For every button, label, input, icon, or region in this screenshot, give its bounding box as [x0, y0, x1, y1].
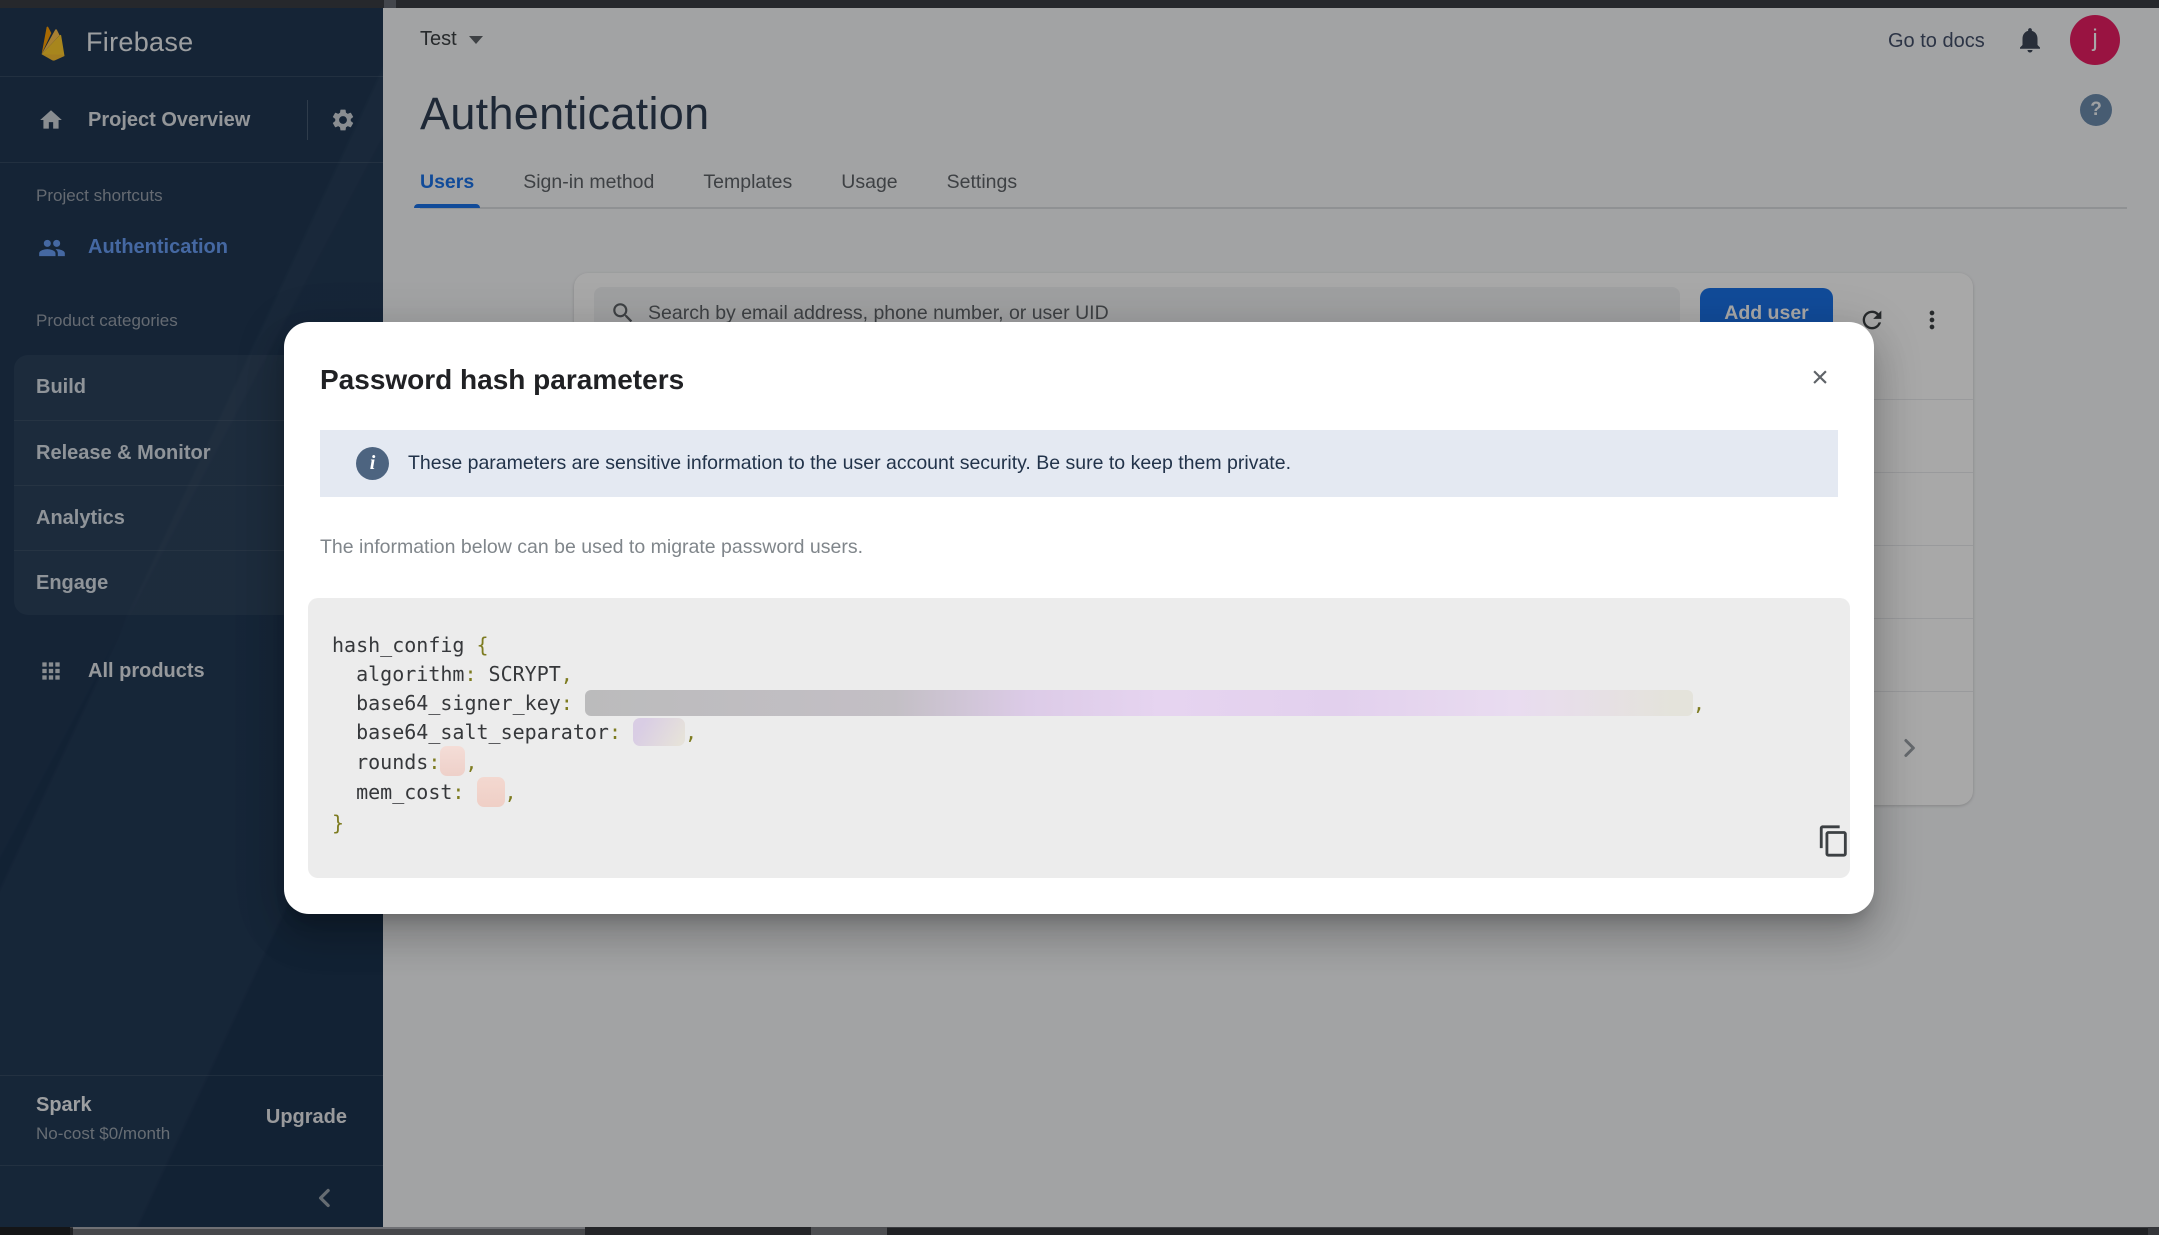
copy-button[interactable] — [1812, 820, 1856, 864]
dialog-title: Password hash parameters — [320, 364, 684, 396]
code-text — [621, 720, 633, 744]
code-line: mem_cost: , — [332, 778, 1850, 809]
code-text: base64_salt_separator — [332, 720, 609, 744]
taskbar-strip — [0, 1227, 2159, 1235]
taskbar-segment — [73, 1227, 585, 1235]
taskbar-segment — [2148, 1227, 2159, 1235]
code-text: hash_config — [332, 633, 477, 657]
sensitive-info-banner: i These parameters are sensitive informa… — [320, 430, 1838, 497]
code-punct: , — [465, 750, 477, 774]
code-punct: , — [685, 720, 697, 744]
code-line: } — [332, 809, 1850, 838]
window-top-notch — [384, 0, 396, 8]
app-area: Firebase Project Overview Project shortc… — [0, 8, 2159, 1227]
code-line: base64_signer_key: , — [332, 689, 1850, 718]
code-punct: { — [477, 633, 489, 657]
code-punct: , — [505, 780, 517, 804]
banner-text: These parameters are sensitive informati… — [408, 452, 1291, 475]
code-line: rounds:, — [332, 748, 1850, 779]
code-text: SCRYPT — [477, 662, 561, 686]
taskbar-segment — [585, 1227, 811, 1235]
code-punct: : — [428, 750, 440, 774]
copy-icon — [1817, 824, 1851, 858]
code-text — [464, 780, 476, 804]
code-line: base64_salt_separator: , — [332, 718, 1850, 748]
code-text: rounds — [332, 750, 428, 774]
code-punct: : — [561, 691, 573, 715]
firebase-console-screen: Firebase Project Overview Project shortc… — [0, 0, 2159, 1235]
window-top-edge — [0, 0, 2159, 8]
code-text: algorithm — [332, 662, 464, 686]
hash-config-code-block: hash_config { algorithm: SCRYPT, base64_… — [308, 598, 1850, 878]
redacted-salt-separator — [633, 718, 685, 746]
dialog-description: The information below can be used to mig… — [320, 536, 863, 559]
code-punct: : — [609, 720, 621, 744]
password-hash-parameters-dialog: Password hash parameters × i These param… — [284, 322, 1874, 914]
code-punct: , — [1693, 691, 1705, 715]
code-punct: : — [452, 780, 464, 804]
code-text — [573, 691, 585, 715]
close-icon: × — [1811, 361, 1829, 394]
code-punct: : — [464, 662, 476, 686]
code-punct: , — [561, 662, 573, 686]
info-icon: i — [356, 447, 389, 480]
code-text: mem_cost — [332, 780, 452, 804]
taskbar-segment — [0, 1227, 70, 1235]
code-punct: } — [332, 811, 344, 835]
redacted-mem-cost — [477, 777, 505, 807]
code-line: algorithm: SCRYPT, — [332, 660, 1850, 689]
taskbar-segment — [811, 1227, 887, 1235]
redacted-rounds — [440, 746, 465, 776]
redacted-signer-key — [585, 690, 1693, 716]
code-line: hash_config { — [332, 631, 1850, 660]
close-button[interactable]: × — [1800, 358, 1840, 398]
code-text: base64_signer_key — [332, 691, 561, 715]
